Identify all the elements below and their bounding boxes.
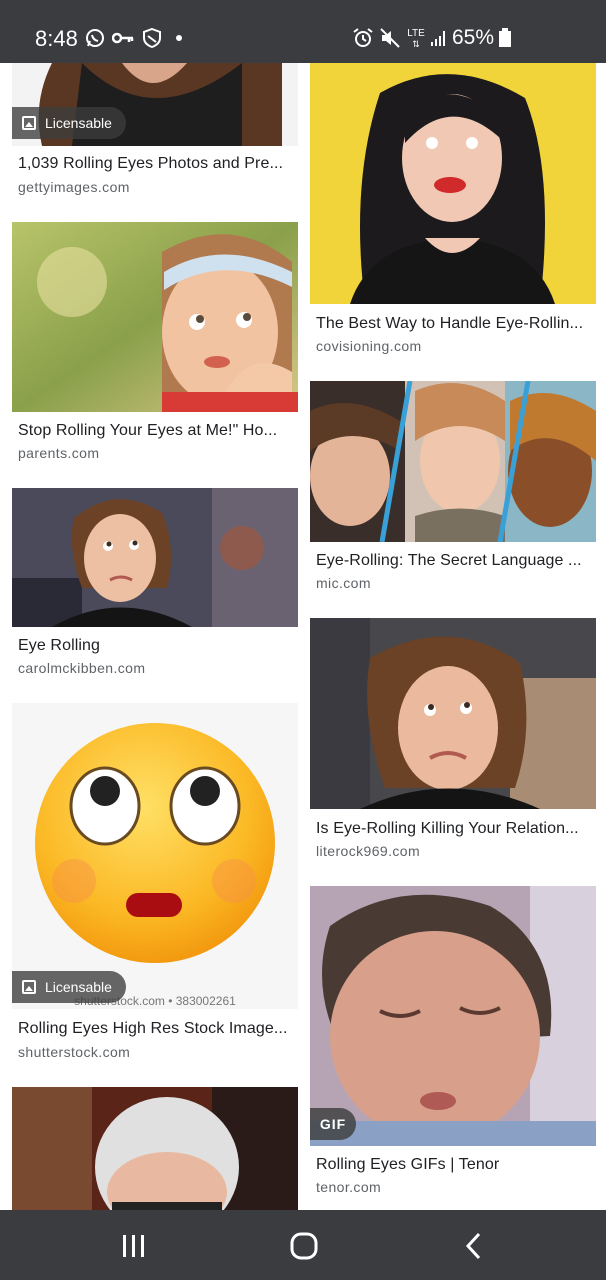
result-card[interactable]: Is Eye-Rolling Killing Your Relation... …	[310, 618, 596, 868]
result-title[interactable]: Eye Rolling	[18, 637, 292, 655]
result-image[interactable]	[12, 488, 298, 627]
result-source: literock969.com	[316, 843, 421, 859]
result-source: carolmckibben.com	[18, 660, 146, 676]
result-card[interactable]: Eye Rolling carolmckibben.com	[12, 488, 298, 688]
lte-icon: LTE ⇅	[404, 28, 428, 50]
result-card[interactable]: Stop Rolling Your Eyes at Me!" Ho... par…	[12, 222, 298, 472]
result-image[interactable]	[12, 222, 298, 412]
status-bar: 8:48 LTE ⇅ 65%	[0, 0, 606, 63]
result-title[interactable]: Is Eye-Rolling Killing Your Relation...	[316, 820, 590, 838]
badge-label: Licensable	[45, 115, 112, 131]
result-image[interactable]	[310, 381, 596, 542]
result-title[interactable]: Rolling Eyes GIFs | Tenor	[316, 1156, 590, 1174]
result-image[interactable]	[12, 1087, 298, 1210]
image-icon	[22, 116, 36, 130]
shield-icon	[141, 27, 163, 49]
home-icon[interactable]	[284, 1228, 324, 1264]
badge-label: Licensable	[45, 979, 112, 995]
licensable-badge: Licensable	[12, 107, 126, 139]
clock: 8:48	[35, 26, 78, 51]
result-title[interactable]: Eye-Rolling: The Secret Language ...	[316, 552, 590, 570]
result-source: gettyimages.com	[18, 179, 130, 195]
result-card[interactable]: The Best Way to Handle Eye-Rollin... cov…	[310, 63, 596, 363]
gif-badge: GIF	[310, 1108, 356, 1140]
result-source: covisioning.com	[316, 338, 422, 354]
result-source: shutterstock.com	[18, 1044, 131, 1060]
result-image[interactable]	[310, 63, 596, 304]
result-title[interactable]: 1,039 Rolling Eyes Photos and Pre...	[18, 155, 292, 173]
result-title[interactable]: Rolling Eyes High Res Stock Image...	[18, 1020, 292, 1038]
result-image[interactable]	[310, 618, 596, 809]
signal-icon	[428, 27, 450, 49]
result-source: parents.com	[18, 445, 100, 461]
navigation-bar	[0, 1210, 606, 1280]
result-card[interactable]: shutterstock.com • 383002261 Licensable …	[12, 703, 298, 1063]
vpn-key-icon	[112, 27, 134, 49]
result-image[interactable]: shutterstock.com • 383002261	[12, 703, 298, 1009]
battery-percentage: 65%	[452, 26, 495, 49]
whatsapp-icon	[84, 27, 106, 49]
licensable-badge: Licensable	[12, 971, 126, 1003]
alarm-icon	[352, 27, 374, 49]
mute-icon	[379, 27, 401, 49]
result-card[interactable]: Licensable 1,039 Rolling Eyes Photos and…	[12, 63, 298, 213]
result-source: mic.com	[316, 575, 371, 591]
result-title[interactable]: The Best Way to Handle Eye-Rollin...	[316, 315, 590, 333]
dot-icon	[168, 27, 190, 49]
battery-icon	[494, 27, 516, 49]
image-icon	[22, 980, 36, 994]
result-card[interactable]	[12, 1087, 298, 1210]
data-arrows: ⇅	[412, 39, 420, 49]
network-label: LTE	[407, 28, 425, 39]
result-image[interactable]	[310, 886, 596, 1146]
result-title[interactable]: Stop Rolling Your Eyes at Me!" Ho...	[18, 422, 292, 440]
result-source: tenor.com	[316, 1179, 382, 1195]
back-icon[interactable]	[454, 1228, 494, 1264]
recent-apps-icon[interactable]	[114, 1228, 154, 1264]
result-card[interactable]: Eye-Rolling: The Secret Language ... mic…	[310, 381, 596, 603]
result-card[interactable]: GIF Rolling Eyes GIFs | Tenor tenor.com	[310, 886, 596, 1204]
